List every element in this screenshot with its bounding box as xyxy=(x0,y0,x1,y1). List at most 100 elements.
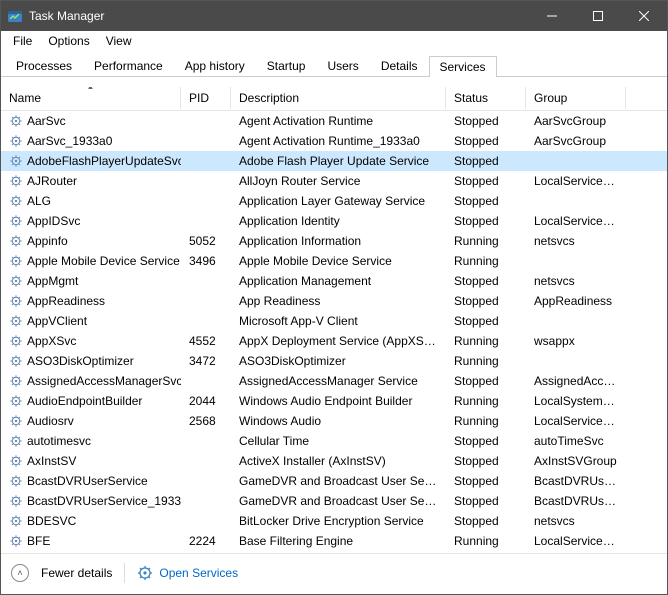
gear-icon xyxy=(9,154,23,168)
service-status-cell: Running xyxy=(446,334,526,348)
service-row[interactable]: Apple Mobile Device Service3496Apple Mob… xyxy=(1,251,667,271)
service-row[interactable]: AppMgmtApplication ManagementStoppednets… xyxy=(1,271,667,291)
tab-processes[interactable]: Processes xyxy=(5,55,83,76)
service-status-cell: Stopped xyxy=(446,434,526,448)
chevron-up-icon[interactable]: ˄ xyxy=(11,564,29,582)
header-description[interactable]: Description xyxy=(231,87,446,109)
service-description-cell: GameDVR and Broadcast User Servic... xyxy=(231,494,446,508)
open-services-link[interactable]: Open Services xyxy=(137,565,238,581)
service-row[interactable]: BcastDVRUserService_1933a0 GameDVR and Br… xyxy=(1,491,667,511)
service-description-cell: Application Information xyxy=(231,234,446,248)
service-name-label: AdobeFlashPlayerUpdateSvc xyxy=(27,154,181,168)
gear-icon xyxy=(9,194,23,208)
menu-view[interactable]: View xyxy=(98,33,140,49)
service-row[interactable]: BcastDVRUserServiceGameDVR and Broadcast… xyxy=(1,471,667,491)
service-name-label: BcastDVRUserService xyxy=(27,474,148,488)
service-row[interactable]: AppIDSvcApplication IdentityStoppedLocal… xyxy=(1,211,667,231)
service-row[interactable]: AppVClientMicrosoft App-V ClientStopped xyxy=(1,311,667,331)
service-group-cell: AssignedAcce... xyxy=(526,374,626,388)
gear-icon xyxy=(9,514,23,528)
service-name-cell: AssignedAccessManagerSvc xyxy=(1,374,181,388)
service-group-cell: BcastDVRUser... xyxy=(526,474,626,488)
service-name-label: AJRouter xyxy=(27,174,77,188)
menubar: File Options View xyxy=(1,31,667,51)
service-group-cell: AarSvcGroup xyxy=(526,114,626,128)
tab-details[interactable]: Details xyxy=(370,55,429,76)
menu-options[interactable]: Options xyxy=(40,33,97,49)
service-status-cell: Running xyxy=(446,234,526,248)
service-name-label: BcastDVRUserService_1933a0 xyxy=(27,494,181,508)
service-name-cell: AppReadiness xyxy=(1,294,181,308)
service-name-cell: BcastDVRUserService xyxy=(1,474,181,488)
service-pid-cell: 2224 xyxy=(181,534,231,548)
titlebar: Task Manager xyxy=(1,1,667,31)
tab-startup[interactable]: Startup xyxy=(256,55,317,76)
service-description-cell: Agent Activation Runtime xyxy=(231,114,446,128)
gear-icon xyxy=(9,414,23,428)
service-status-cell: Stopped xyxy=(446,294,526,308)
service-status-cell: Stopped xyxy=(446,154,526,168)
service-row[interactable]: AppReadinessApp ReadinessStoppedAppReadi… xyxy=(1,291,667,311)
header-status[interactable]: Status xyxy=(446,87,526,109)
service-group-cell: autoTimeSvc xyxy=(526,434,626,448)
header-group[interactable]: Group xyxy=(526,87,626,109)
service-row[interactable]: AJRouterAllJoyn Router ServiceStoppedLoc… xyxy=(1,171,667,191)
service-pid-cell: 5052 xyxy=(181,234,231,248)
service-name-label: ASO3DiskOptimizer xyxy=(27,354,134,368)
header-pid[interactable]: PID xyxy=(181,87,231,109)
service-name-cell: BcastDVRUserService_1933a0 xyxy=(1,494,181,508)
service-row[interactable]: AxInstSVActiveX Installer (AxInstSV)Stop… xyxy=(1,451,667,471)
gear-icon xyxy=(9,234,23,248)
fewer-details-link[interactable]: Fewer details xyxy=(41,566,112,580)
service-name-cell: ASO3DiskOptimizer xyxy=(1,354,181,368)
service-row[interactable]: AssignedAccessManagerSvcAssignedAccessMa… xyxy=(1,371,667,391)
service-row[interactable]: AarSvc_1933a0Agent Activation Runtime_19… xyxy=(1,131,667,151)
service-row[interactable]: BDESVCBitLocker Drive Encryption Service… xyxy=(1,511,667,531)
service-row[interactable]: AudioEndpointBuilder2044Windows Audio En… xyxy=(1,391,667,411)
service-description-cell: Apple Mobile Device Service xyxy=(231,254,446,268)
service-row[interactable]: AarSvcAgent Activation RuntimeStoppedAar… xyxy=(1,111,667,131)
service-row[interactable]: BITSBackground Intelligent Transfer Serv… xyxy=(1,551,667,553)
tab-users[interactable]: Users xyxy=(316,55,369,76)
maximize-button[interactable] xyxy=(575,1,621,31)
service-row[interactable]: ALGApplication Layer Gateway ServiceStop… xyxy=(1,191,667,211)
service-description-cell: Application Identity xyxy=(231,214,446,228)
service-row[interactable]: BFE2224Base Filtering EngineRunningLocal… xyxy=(1,531,667,551)
gear-icon xyxy=(9,334,23,348)
service-description-cell: AppX Deployment Service (AppXSVC) xyxy=(231,334,446,348)
service-group-cell: AppReadiness xyxy=(526,294,626,308)
service-status-cell: Stopped xyxy=(446,174,526,188)
service-name-label: AppIDSvc xyxy=(27,214,80,228)
service-row[interactable]: AdobeFlashPlayerUpdateSvcAdobe Flash Pla… xyxy=(1,151,667,171)
service-status-cell: Running xyxy=(446,394,526,408)
service-row[interactable]: Audiosrv2568Windows AudioRunningLocalSer… xyxy=(1,411,667,431)
service-status-cell: Stopped xyxy=(446,514,526,528)
service-name-cell: AarSvc xyxy=(1,114,181,128)
service-row[interactable]: ASO3DiskOptimizer3472ASO3DiskOptimizerRu… xyxy=(1,351,667,371)
tab-performance[interactable]: Performance xyxy=(83,55,174,76)
service-row[interactable]: AppXSvc4552AppX Deployment Service (AppX… xyxy=(1,331,667,351)
service-status-cell: Stopped xyxy=(446,314,526,328)
service-row[interactable]: Appinfo5052Application InformationRunnin… xyxy=(1,231,667,251)
minimize-button[interactable] xyxy=(529,1,575,31)
service-status-cell: Stopped xyxy=(446,194,526,208)
service-group-cell: LocalServiceN... xyxy=(526,414,626,428)
tab-services[interactable]: Services xyxy=(429,56,497,77)
gear-icon xyxy=(9,454,23,468)
gear-icon xyxy=(9,494,23,508)
service-description-cell: Windows Audio xyxy=(231,414,446,428)
menu-file[interactable]: File xyxy=(5,33,40,49)
services-list[interactable]: AarSvc Agent Activation Runtime Stopped Aar… xyxy=(1,111,667,553)
header-name-label: Name xyxy=(9,91,41,105)
service-group-cell: LocalSystemN... xyxy=(526,394,626,408)
service-description-cell: Cellular Time xyxy=(231,434,446,448)
service-row[interactable]: autotimesvcCellular TimeStoppedautoTimeS… xyxy=(1,431,667,451)
tab-app-history[interactable]: App history xyxy=(174,55,256,76)
service-name-label: Apple Mobile Device Service xyxy=(27,254,180,268)
header-name[interactable]: ▲ Name xyxy=(1,87,181,109)
service-name-label: AudioEndpointBuilder xyxy=(27,394,142,408)
close-button[interactable] xyxy=(621,1,667,31)
service-status-cell: Running xyxy=(446,414,526,428)
service-name-label: AxInstSV xyxy=(27,454,76,468)
column-headers: ▲ Name PID Description Status Group xyxy=(1,85,667,111)
